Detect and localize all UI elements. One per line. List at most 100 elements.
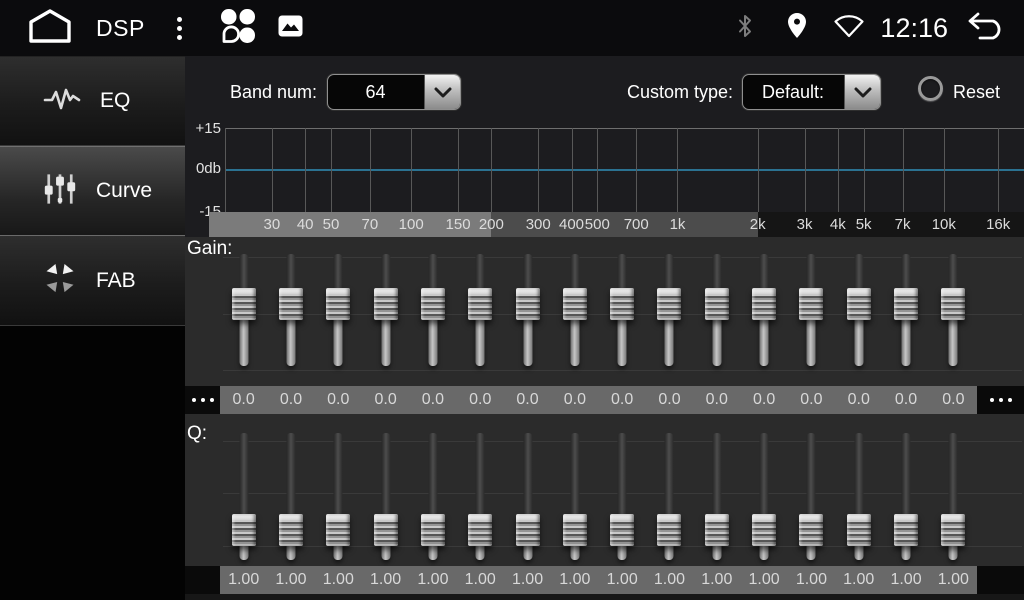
gain-value: 0.0 xyxy=(788,391,835,409)
gridline xyxy=(538,128,539,212)
overflow-menu-icon[interactable] xyxy=(171,11,188,46)
gain-scroll-left-button[interactable] xyxy=(185,386,220,414)
gain-fader-thumb[interactable] xyxy=(232,288,256,320)
gain-fader[interactable] xyxy=(504,254,551,366)
wifi-icon xyxy=(832,13,866,44)
sidebar-item-curve[interactable]: Curve xyxy=(0,146,185,236)
gallery-icon[interactable] xyxy=(278,15,303,42)
gain-fader[interactable] xyxy=(457,254,504,366)
chevron-down-icon[interactable] xyxy=(424,75,460,109)
q-fader-thumb[interactable] xyxy=(847,514,871,546)
gain-fader-thumb[interactable] xyxy=(516,288,540,320)
x-axis-strip-prefix xyxy=(209,212,225,237)
q-fader-thumb[interactable] xyxy=(232,514,256,546)
q-fader-thumb[interactable] xyxy=(610,514,634,546)
gain-fader-thumb[interactable] xyxy=(610,288,634,320)
q-fader-thumb[interactable] xyxy=(657,514,681,546)
q-fader[interactable] xyxy=(267,433,314,560)
gain-scroll-right-button[interactable] xyxy=(977,386,1024,414)
q-fader[interactable] xyxy=(740,433,787,560)
q-fader[interactable] xyxy=(315,433,362,560)
gain-fader[interactable] xyxy=(882,254,929,366)
gain-fader-thumb[interactable] xyxy=(563,288,587,320)
gain-value: 0.0 xyxy=(409,391,456,409)
reset-radio-button[interactable] xyxy=(918,76,943,101)
q-fader-thumb[interactable] xyxy=(705,514,729,546)
bluetooth-icon xyxy=(736,13,754,44)
gain-fader[interactable] xyxy=(693,254,740,366)
q-fader-thumb[interactable] xyxy=(799,514,823,546)
fader-track-lower xyxy=(760,316,769,366)
gain-fader[interactable] xyxy=(267,254,314,366)
gain-fader-thumb[interactable] xyxy=(657,288,681,320)
apps-clover-icon[interactable] xyxy=(220,8,256,49)
gain-fader[interactable] xyxy=(315,254,362,366)
q-fader-thumb[interactable] xyxy=(421,514,445,546)
home-icon[interactable] xyxy=(28,8,72,49)
gain-fader[interactable] xyxy=(551,254,598,366)
q-fader[interactable] xyxy=(504,433,551,560)
sidebar: EQ Curve xyxy=(0,56,185,600)
gain-fader[interactable] xyxy=(409,254,456,366)
gain-fader-thumb[interactable] xyxy=(421,288,445,320)
q-fader[interactable] xyxy=(646,433,693,560)
fader-track-lower xyxy=(854,316,863,366)
q-fader-thumb[interactable] xyxy=(279,514,303,546)
fader-track-upper xyxy=(665,254,674,292)
chevron-down-icon[interactable] xyxy=(844,75,880,109)
gain-fader[interactable] xyxy=(835,254,882,366)
custom-type-select[interactable]: Default: xyxy=(742,74,881,110)
gain-fader[interactable] xyxy=(220,254,267,366)
gain-fader-thumb[interactable] xyxy=(705,288,729,320)
gain-fader-thumb[interactable] xyxy=(468,288,492,320)
gain-fader[interactable] xyxy=(362,254,409,366)
gain-fader-thumb[interactable] xyxy=(279,288,303,320)
q-fader[interactable] xyxy=(930,433,977,560)
gain-fader-thumb[interactable] xyxy=(374,288,398,320)
sidebar-item-fab[interactable]: FAB xyxy=(0,236,185,326)
q-fader-thumb[interactable] xyxy=(374,514,398,546)
gain-fader-thumb[interactable] xyxy=(326,288,350,320)
gain-fader[interactable] xyxy=(930,254,977,366)
q-fader-thumb[interactable] xyxy=(468,514,492,546)
sidebar-item-eq[interactable]: EQ xyxy=(0,56,185,146)
q-fader[interactable] xyxy=(599,433,646,560)
fader-track-upper xyxy=(239,254,248,292)
gain-fader[interactable] xyxy=(599,254,646,366)
q-fader-thumb[interactable] xyxy=(563,514,587,546)
gain-fader[interactable] xyxy=(646,254,693,366)
q-fader[interactable] xyxy=(551,433,598,560)
q-fader[interactable] xyxy=(788,433,835,560)
eq-curve-plot xyxy=(225,128,1024,212)
q-fader[interactable] xyxy=(362,433,409,560)
gain-fader-thumb[interactable] xyxy=(752,288,776,320)
gain-fader-thumb[interactable] xyxy=(847,288,871,320)
q-fader-thumb[interactable] xyxy=(752,514,776,546)
gain-fader-thumb[interactable] xyxy=(941,288,965,320)
q-fader[interactable] xyxy=(409,433,456,560)
freq-tick-label: 2k xyxy=(750,212,766,237)
sidebar-item-label: Curve xyxy=(96,179,152,203)
q-fader[interactable] xyxy=(220,433,267,560)
freq-tick-label: 1k xyxy=(670,212,686,237)
gain-fader-thumb[interactable] xyxy=(894,288,918,320)
q-fader[interactable] xyxy=(457,433,504,560)
q-fader[interactable] xyxy=(882,433,929,560)
q-fader[interactable] xyxy=(693,433,740,560)
gain-fader[interactable] xyxy=(740,254,787,366)
q-fader-thumb[interactable] xyxy=(326,514,350,546)
gain-fader-thumb[interactable] xyxy=(799,288,823,320)
sidebar-item-label: FAB xyxy=(96,269,136,293)
fader-track-lower xyxy=(523,316,532,366)
gain-value: 0.0 xyxy=(930,391,977,409)
gridline xyxy=(225,128,226,212)
gain-fader[interactable] xyxy=(788,254,835,366)
q-fader-thumb[interactable] xyxy=(894,514,918,546)
q-fader-thumb[interactable] xyxy=(941,514,965,546)
freq-tick-label: 30 xyxy=(264,212,281,237)
band-num-select[interactable]: 64 xyxy=(327,74,461,110)
back-icon[interactable] xyxy=(966,11,1006,46)
q-fader[interactable] xyxy=(835,433,882,560)
q-fader-thumb[interactable] xyxy=(516,514,540,546)
q-value: 1.00 xyxy=(504,571,551,589)
